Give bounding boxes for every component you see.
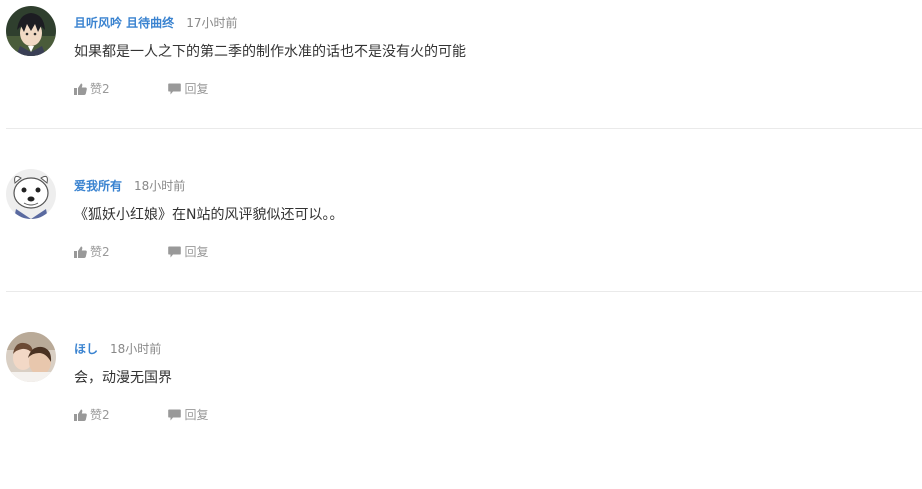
comment-time: 17小时前 <box>186 16 238 30</box>
reply-label: 回复 <box>184 82 209 96</box>
avatar[interactable] <box>6 332 56 382</box>
reply-button[interactable]: 回复 <box>168 407 208 423</box>
comment-time: 18小时前 <box>110 342 162 356</box>
comment-text: 如果都是一人之下的第二季的制作水准的话也不是没有火的可能 <box>74 44 466 60</box>
comment-bubble-icon <box>168 409 182 421</box>
reply-button[interactable]: 回复 <box>168 81 208 97</box>
comment-item: 且听风吟 且待曲终 17小时前 如果都是一人之下的第二季的制作水准的话也不是没有火… <box>0 0 922 163</box>
thumbs-up-icon <box>74 246 87 258</box>
username[interactable]: 爱我所有 <box>74 179 122 193</box>
like-button[interactable]: 赞2 <box>74 81 110 97</box>
reply-label: 回复 <box>184 408 209 422</box>
comment-meta: 爱我所有 18小时前 <box>74 176 185 194</box>
like-count: 赞2 <box>90 245 110 259</box>
comment-meta: 且听风吟 且待曲终 17小时前 <box>74 13 237 31</box>
reply-label: 回复 <box>184 245 209 259</box>
comment-actions: 赞2 回复 <box>74 407 208 423</box>
comment-text: 《狐妖小红娘》在N站的风评貌似还可以。。 <box>74 207 344 223</box>
reply-button[interactable]: 回复 <box>168 244 208 260</box>
comment-text: 会，动漫无国界 <box>74 370 172 386</box>
divider <box>6 291 922 292</box>
comment-actions: 赞2 回复 <box>74 244 208 260</box>
white-dog-avatar-icon <box>6 169 56 219</box>
username[interactable]: ほし <box>74 342 98 356</box>
comment-actions: 赞2 回复 <box>74 81 208 97</box>
thumbs-up-icon <box>74 409 87 421</box>
comment-bubble-icon <box>168 246 182 258</box>
like-count: 赞2 <box>90 82 110 96</box>
username[interactable]: 且听风吟 且待曲终 <box>74 16 174 30</box>
comment-time: 18小时前 <box>134 179 186 193</box>
avatar[interactable] <box>6 169 56 219</box>
comment-meta: ほし 18小时前 <box>74 339 161 357</box>
like-button[interactable]: 赞2 <box>74 407 110 423</box>
thumbs-up-icon <box>74 83 87 95</box>
photo-avatar-icon <box>6 332 56 382</box>
comment-item: ほし 18小时前 会，动漫无国界 赞2 回复 <box>0 326 922 489</box>
divider <box>6 128 922 129</box>
comment-bubble-icon <box>168 83 182 95</box>
avatar[interactable] <box>6 6 56 56</box>
anime-boy-avatar-icon <box>6 6 56 56</box>
like-count: 赞2 <box>90 408 110 422</box>
comment-item: 爱我所有 18小时前 《狐妖小红娘》在N站的风评貌似还可以。。 赞2 回复 <box>0 163 922 326</box>
like-button[interactable]: 赞2 <box>74 244 110 260</box>
